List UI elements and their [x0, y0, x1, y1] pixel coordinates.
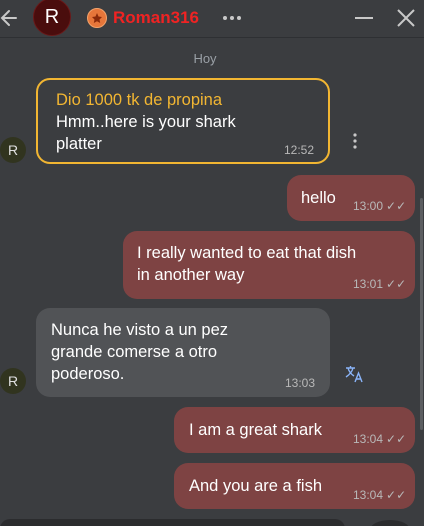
- message-text: I am a great shark: [189, 421, 322, 439]
- message-options-button[interactable]: [349, 132, 361, 150]
- chat-header: R Roman316: [0, 0, 424, 38]
- minimize-icon: [355, 17, 373, 19]
- message-text: hello: [301, 189, 336, 207]
- message-time: 13:01 ✓✓: [353, 277, 407, 291]
- message-text: Hmm..here is your shark: [56, 113, 236, 131]
- message-text: platter: [56, 135, 102, 153]
- message-time: 12:52: [284, 143, 315, 157]
- more-vertical-icon: [353, 133, 357, 149]
- message-text: grande comerse a otro: [51, 343, 218, 361]
- message-input[interactable]: [0, 519, 345, 526]
- translate-button[interactable]: [345, 365, 365, 383]
- more-options-button[interactable]: [221, 8, 245, 28]
- close-icon: [397, 9, 415, 27]
- read-checkmarks-icon: ✓✓: [386, 277, 407, 291]
- message-text: in another way: [137, 266, 245, 284]
- incoming-message-bubble[interactable]: Nunca he visto a un pez grande comerse a…: [36, 308, 330, 397]
- read-checkmarks-icon: ✓✓: [386, 199, 407, 213]
- tip-message-bubble[interactable]: Dio 1000 tk de propina Hmm..here is your…: [36, 78, 330, 164]
- more-horizontal-icon: [223, 16, 241, 20]
- close-button[interactable]: [395, 7, 417, 29]
- back-button[interactable]: [0, 7, 20, 29]
- message-time: 13:04 ✓✓: [353, 488, 407, 502]
- outgoing-message-bubble[interactable]: And you are a fish 13:04 ✓✓: [174, 463, 415, 509]
- translate-icon: [345, 366, 363, 383]
- outgoing-message-bubble[interactable]: hello 13:00 ✓✓: [287, 175, 415, 221]
- read-checkmarks-icon: ✓✓: [386, 432, 407, 446]
- date-separator: Hoy: [193, 51, 217, 66]
- message-text: Nunca he visto a un pez: [51, 321, 229, 339]
- tip-title: Dio 1000 tk de propina: [56, 91, 223, 109]
- arrow-left-icon: [0, 10, 17, 26]
- send-button[interactable]: [370, 520, 410, 526]
- message-time: 13:03: [285, 376, 316, 390]
- outgoing-message-bubble[interactable]: I am a great shark 13:04 ✓✓: [174, 407, 415, 453]
- message-text: poderoso.: [51, 365, 125, 383]
- message-text: I really wanted to eat that dish: [137, 244, 357, 262]
- contact-avatar[interactable]: R: [33, 0, 71, 36]
- crown-badge-icon: [87, 8, 107, 28]
- sender-avatar[interactable]: R: [0, 368, 26, 394]
- chat-scrollbar-thumb[interactable]: [420, 198, 423, 430]
- minimize-button[interactable]: [354, 8, 374, 28]
- read-checkmarks-icon: ✓✓: [386, 488, 407, 502]
- contact-username[interactable]: Roman316: [113, 8, 199, 28]
- outgoing-message-bubble[interactable]: I really wanted to eat that dish in anot…: [123, 231, 415, 299]
- message-time: 13:00 ✓✓: [353, 199, 407, 213]
- sender-avatar[interactable]: R: [0, 137, 26, 163]
- message-text: And you are a fish: [189, 477, 322, 495]
- message-time: 13:04 ✓✓: [353, 432, 407, 446]
